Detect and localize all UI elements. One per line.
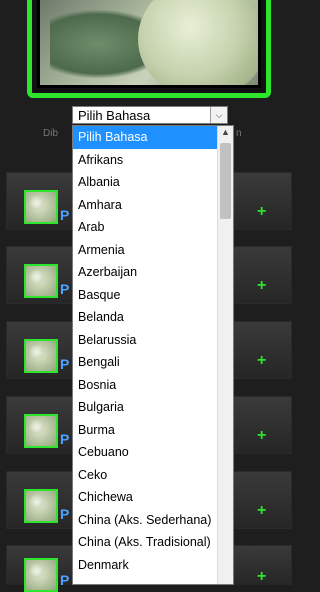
- expand-plus-icon[interactable]: +: [257, 277, 266, 295]
- language-option[interactable]: Basque: [73, 284, 217, 307]
- expand-plus-icon[interactable]: +: [257, 352, 266, 370]
- language-option[interactable]: Albania: [73, 171, 217, 194]
- expand-plus-icon[interactable]: +: [257, 203, 266, 221]
- expand-plus-icon[interactable]: +: [257, 568, 266, 586]
- product-thumbnail[interactable]: [24, 489, 58, 523]
- product-title[interactable]: P: [60, 356, 69, 372]
- language-option[interactable]: Pilih Bahasa: [73, 126, 217, 149]
- scroll-up-arrow-icon[interactable]: ▲: [218, 127, 233, 137]
- language-option[interactable]: Arab: [73, 216, 217, 239]
- melon-shape: [138, 0, 258, 85]
- language-option[interactable]: Chichewa: [73, 486, 217, 509]
- product-thumbnail[interactable]: [24, 190, 58, 224]
- language-dropdown-list[interactable]: Pilih Bahasa Afrikans Albania Amhara Ara…: [72, 125, 234, 585]
- language-option[interactable]: China (Aks. Tradisional): [73, 531, 217, 554]
- language-select-value: Pilih Bahasa: [78, 108, 151, 123]
- product-title[interactable]: P: [60, 572, 69, 588]
- language-option[interactable]: Armenia: [73, 239, 217, 262]
- chevron-down-icon[interactable]: ⌵: [210, 107, 227, 123]
- product-thumbnail[interactable]: [24, 558, 58, 592]
- language-option[interactable]: Belarussia: [73, 329, 217, 352]
- product-title[interactable]: P: [60, 506, 69, 522]
- product-thumbnail[interactable]: [24, 339, 58, 373]
- hero-image: [27, 0, 271, 98]
- language-option[interactable]: Bulgaria: [73, 396, 217, 419]
- expand-plus-icon[interactable]: +: [257, 427, 266, 445]
- language-option[interactable]: Cebuano: [73, 441, 217, 464]
- language-option[interactable]: Bosnia: [73, 374, 217, 397]
- language-option[interactable]: Belanda: [73, 306, 217, 329]
- product-thumbnail[interactable]: [24, 264, 58, 298]
- language-option[interactable]: Azerbaijan: [73, 261, 217, 284]
- product-thumbnail[interactable]: [24, 414, 58, 448]
- language-select[interactable]: Pilih Bahasa ⌵: [72, 106, 228, 124]
- language-option[interactable]: China (Aks. Sederhana): [73, 509, 217, 532]
- product-title[interactable]: P: [60, 281, 69, 297]
- language-option[interactable]: Bengali: [73, 351, 217, 374]
- language-option[interactable]: Burma: [73, 419, 217, 442]
- language-option[interactable]: Ceko: [73, 464, 217, 487]
- product-title[interactable]: P: [60, 431, 69, 447]
- expand-plus-icon[interactable]: +: [257, 502, 266, 520]
- language-option[interactable]: Amhara: [73, 194, 217, 217]
- language-option[interactable]: Denmark: [73, 554, 217, 577]
- scrollbar-thumb[interactable]: [220, 143, 231, 219]
- dropdown-scrollbar[interactable]: ▲: [217, 126, 233, 584]
- language-option[interactable]: Afrikans: [73, 149, 217, 172]
- caption-left: Dib: [43, 128, 59, 139]
- melon-photo: [37, 0, 261, 88]
- caption-right: n: [236, 128, 242, 139]
- product-title[interactable]: P: [60, 207, 69, 223]
